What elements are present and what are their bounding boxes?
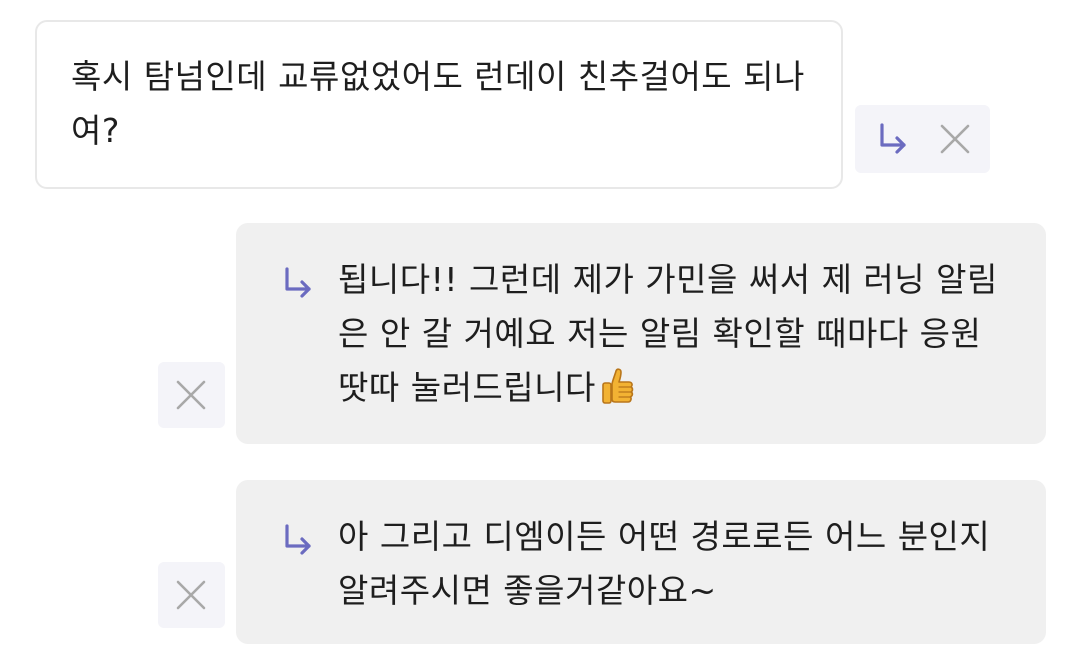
outgoing-message-bubble: 됩니다!! 그런데 제가 가민을 써서 제 러닝 알림은 안 갈 거예요 저는 … bbox=[236, 223, 1046, 444]
close-icon[interactable] bbox=[175, 579, 207, 611]
reply-arrow-icon bbox=[285, 267, 311, 298]
message-text: 아 그리고 디엠이든 어떤 경로로든 어느 분인지 알려주시면 좋을거같아요~ bbox=[338, 517, 991, 610]
reply-arrow-icon[interactable] bbox=[875, 121, 911, 157]
incoming-message-bubble: 혹시 탐넘인데 교류없었어도 런데이 친추걸어도 되나여? bbox=[35, 20, 843, 189]
outgoing-message-text: 아 그리고 디엠이든 어떤 경로로든 어느 분인지 알려주시면 좋을거같아요~ bbox=[338, 510, 1022, 618]
outgoing-message-2-actions bbox=[158, 562, 225, 628]
outgoing-message-bubble: 아 그리고 디엠이든 어떤 경로로든 어느 분인지 알려주시면 좋을거같아요~ bbox=[236, 480, 1046, 644]
reply-arrow-icon bbox=[285, 524, 311, 555]
outgoing-message-1-actions bbox=[158, 362, 225, 428]
close-icon[interactable] bbox=[175, 379, 207, 411]
message-text: 됩니다!! 그런데 제가 가민을 써서 제 러닝 알림은 안 갈 거예요 저는 … bbox=[338, 260, 998, 407]
incoming-message-text: 혹시 탐넘인데 교류없었어도 런데이 친추걸어도 되나여? bbox=[71, 57, 805, 150]
close-icon[interactable] bbox=[939, 123, 971, 155]
incoming-message-actions bbox=[855, 105, 990, 173]
outgoing-message-text: 됩니다!! 그런데 제가 가민을 써서 제 러닝 알림은 안 갈 거예요 저는 … bbox=[338, 253, 1022, 415]
thumbs-up-icon bbox=[602, 368, 634, 404]
